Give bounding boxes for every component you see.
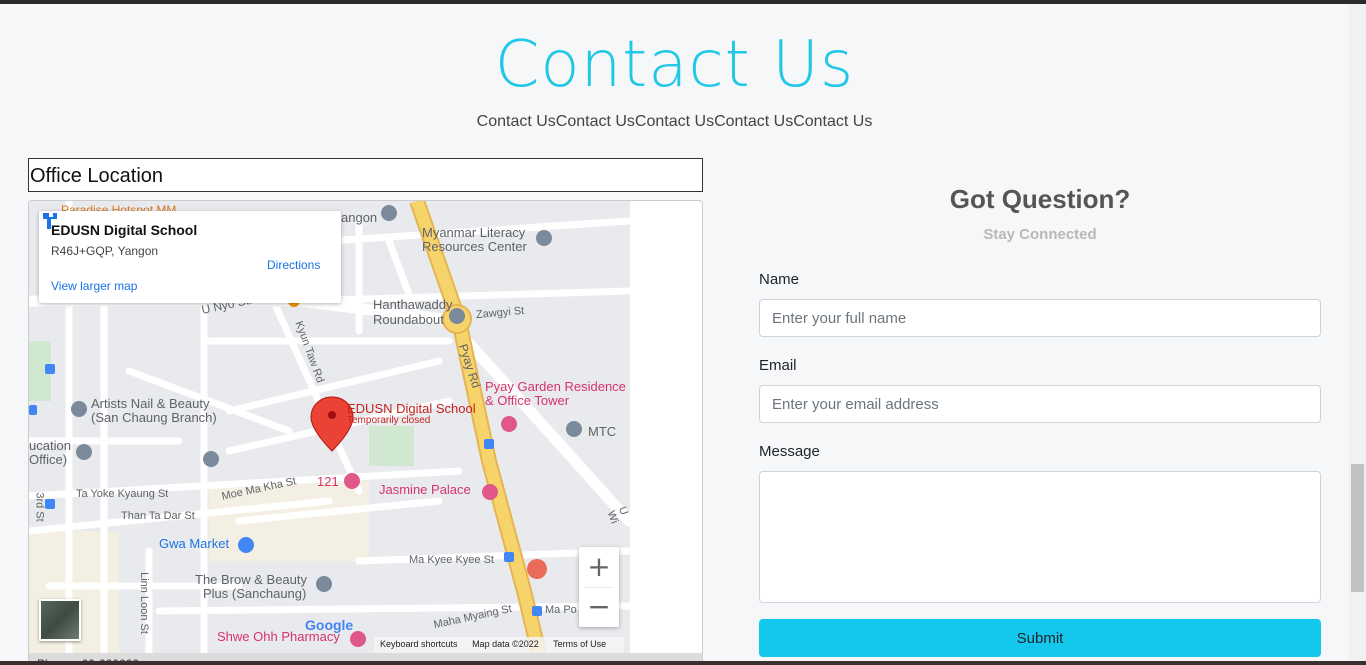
- map-label: 3rd St: [33, 492, 46, 522]
- map-label: Than Ta Dar St: [121, 510, 195, 522]
- place-address: R46J+GQP, Yangon: [51, 244, 159, 258]
- map-label: Artists Nail & Beauty: [91, 396, 210, 411]
- google-logo: Google: [305, 617, 354, 633]
- zoom-controls: + −: [579, 547, 619, 627]
- map-label: Pyay Garden Residence: [485, 379, 626, 394]
- map-label: 121: [317, 474, 339, 489]
- map-canvas[interactable]: Paradise Hotspot MM angon Myanmar Litera…: [29, 201, 630, 653]
- submit-button[interactable]: Submit: [759, 619, 1321, 657]
- map-label: The Brow & Beauty: [195, 572, 307, 587]
- map-label: Ma Kyee Kyee St: [409, 554, 494, 566]
- zoom-out-button[interactable]: −: [579, 587, 619, 627]
- map-footer: Keyboard shortcuts Map data ©2022 Terms …: [374, 637, 625, 653]
- map-label: (San Chaung Branch): [91, 410, 217, 425]
- view-larger-map-link[interactable]: View larger map: [51, 279, 137, 293]
- map-marker-label[interactable]: EDUSN Digital School: [347, 401, 476, 416]
- form-subtitle: Stay Connected: [983, 226, 1097, 243]
- directions-button[interactable]: Directions: [267, 258, 320, 272]
- email-input[interactable]: [759, 385, 1321, 423]
- map-info-card: EDUSN Digital School R46J+GQP, Yangon Vi…: [39, 211, 341, 303]
- map-label: Ma Po: [545, 604, 577, 616]
- terms-link[interactable]: Terms of Use: [553, 639, 606, 649]
- map-label: angon: [341, 210, 378, 225]
- browser-top-edge: [0, 0, 1366, 4]
- map-label: Resources Center: [422, 239, 527, 254]
- map-label: Linn Loon St: [137, 572, 150, 634]
- map-label: Jasmine Palace: [379, 482, 471, 497]
- map-label: Roundabout: [373, 312, 444, 327]
- map-label: MTC: [588, 424, 617, 439]
- map-data-text: Map data ©2022: [472, 639, 539, 649]
- browser-bottom-edge: [0, 661, 1366, 665]
- message-textarea[interactable]: [759, 471, 1321, 603]
- map-embed[interactable]: Paradise Hotspot MM angon Myanmar Litera…: [28, 200, 703, 665]
- page-subtitle: Contact UsContact UsContact UsContact Us…: [476, 113, 873, 130]
- directions-icon[interactable]: [39, 211, 59, 231]
- map-label: & Office Tower: [485, 393, 570, 408]
- place-name: EDUSN Digital School: [51, 222, 198, 238]
- form-title: Got Question?: [949, 184, 1131, 214]
- map-label: Gwa Market: [159, 536, 230, 551]
- map-label: Office): [29, 452, 68, 467]
- office-location-heading: Office Location: [28, 158, 703, 192]
- keyboard-shortcuts-link[interactable]: Keyboard shortcuts: [380, 639, 458, 649]
- map-label: Plus (Sanchaung): [203, 586, 307, 601]
- zoom-in-button[interactable]: +: [579, 547, 619, 587]
- map-label: ucation: [29, 438, 71, 453]
- map-label: Myanmar Literacy: [422, 225, 526, 240]
- satellite-toggle-button[interactable]: [39, 599, 81, 641]
- name-input[interactable]: [759, 299, 1321, 337]
- map-label: Hanthawaddy: [373, 297, 453, 312]
- map-marker-status: Temporarily closed: [347, 415, 431, 426]
- scrollbar-thumb[interactable]: [1351, 464, 1364, 592]
- email-label: Email: [759, 357, 797, 374]
- map-label: Ta Yoke Kyaung St: [76, 488, 169, 500]
- message-label: Message: [759, 443, 820, 460]
- page-title: Contact Us: [494, 28, 855, 102]
- name-label: Name: [759, 271, 800, 288]
